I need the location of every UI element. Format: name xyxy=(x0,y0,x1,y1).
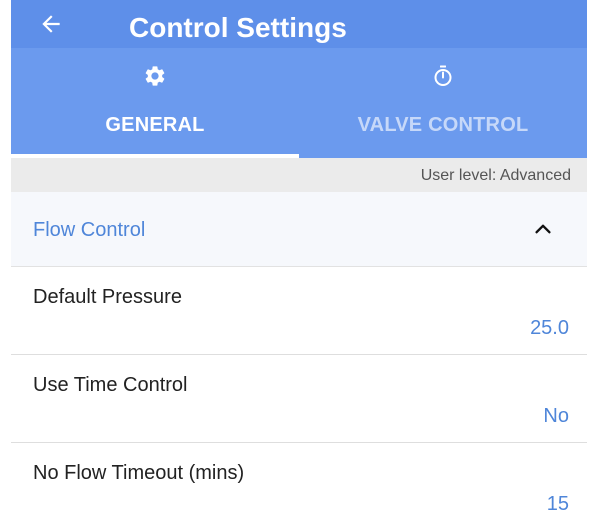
page-title: Control Settings xyxy=(129,12,347,43)
tab-general[interactable]: GENERAL xyxy=(11,48,299,158)
setting-label: Default Pressure xyxy=(33,286,182,308)
user-level-bar: User level: Advanced xyxy=(11,158,587,192)
app-screen: Control Settings GENERAL VALVE CONTROL U… xyxy=(11,0,587,529)
tab-general-label: GENERAL xyxy=(105,114,205,136)
setting-value: 15 xyxy=(546,493,569,515)
section-title: Flow Control xyxy=(33,219,146,241)
setting-value: No xyxy=(543,405,569,427)
setting-label: Use Time Control xyxy=(33,374,188,396)
app-bar: Control Settings xyxy=(11,0,587,48)
chevron-up-icon xyxy=(535,224,551,234)
setting-value: 25.0 xyxy=(530,317,569,339)
stopwatch-icon xyxy=(434,65,452,86)
setting-row-no-flow-timeout[interactable]: No Flow Timeout (mins) 15 xyxy=(11,443,587,529)
section-header-flow-control[interactable]: Flow Control xyxy=(11,192,587,267)
back-arrow-icon xyxy=(42,15,60,33)
setting-row-default-pressure[interactable]: Default Pressure 25.0 xyxy=(11,267,587,355)
back-button[interactable] xyxy=(33,6,69,42)
setting-label: No Flow Timeout (mins) xyxy=(33,462,245,484)
tab-valve-control-label: VALVE CONTROL xyxy=(357,114,529,136)
header: Control Settings GENERAL VALVE CONTROL xyxy=(11,0,587,158)
setting-row-use-time-control[interactable]: Use Time Control No xyxy=(11,355,587,443)
gear-icon xyxy=(145,66,165,86)
tab-valve-control[interactable]: VALVE CONTROL xyxy=(299,48,587,158)
user-level-text: User level: Advanced xyxy=(420,167,571,184)
